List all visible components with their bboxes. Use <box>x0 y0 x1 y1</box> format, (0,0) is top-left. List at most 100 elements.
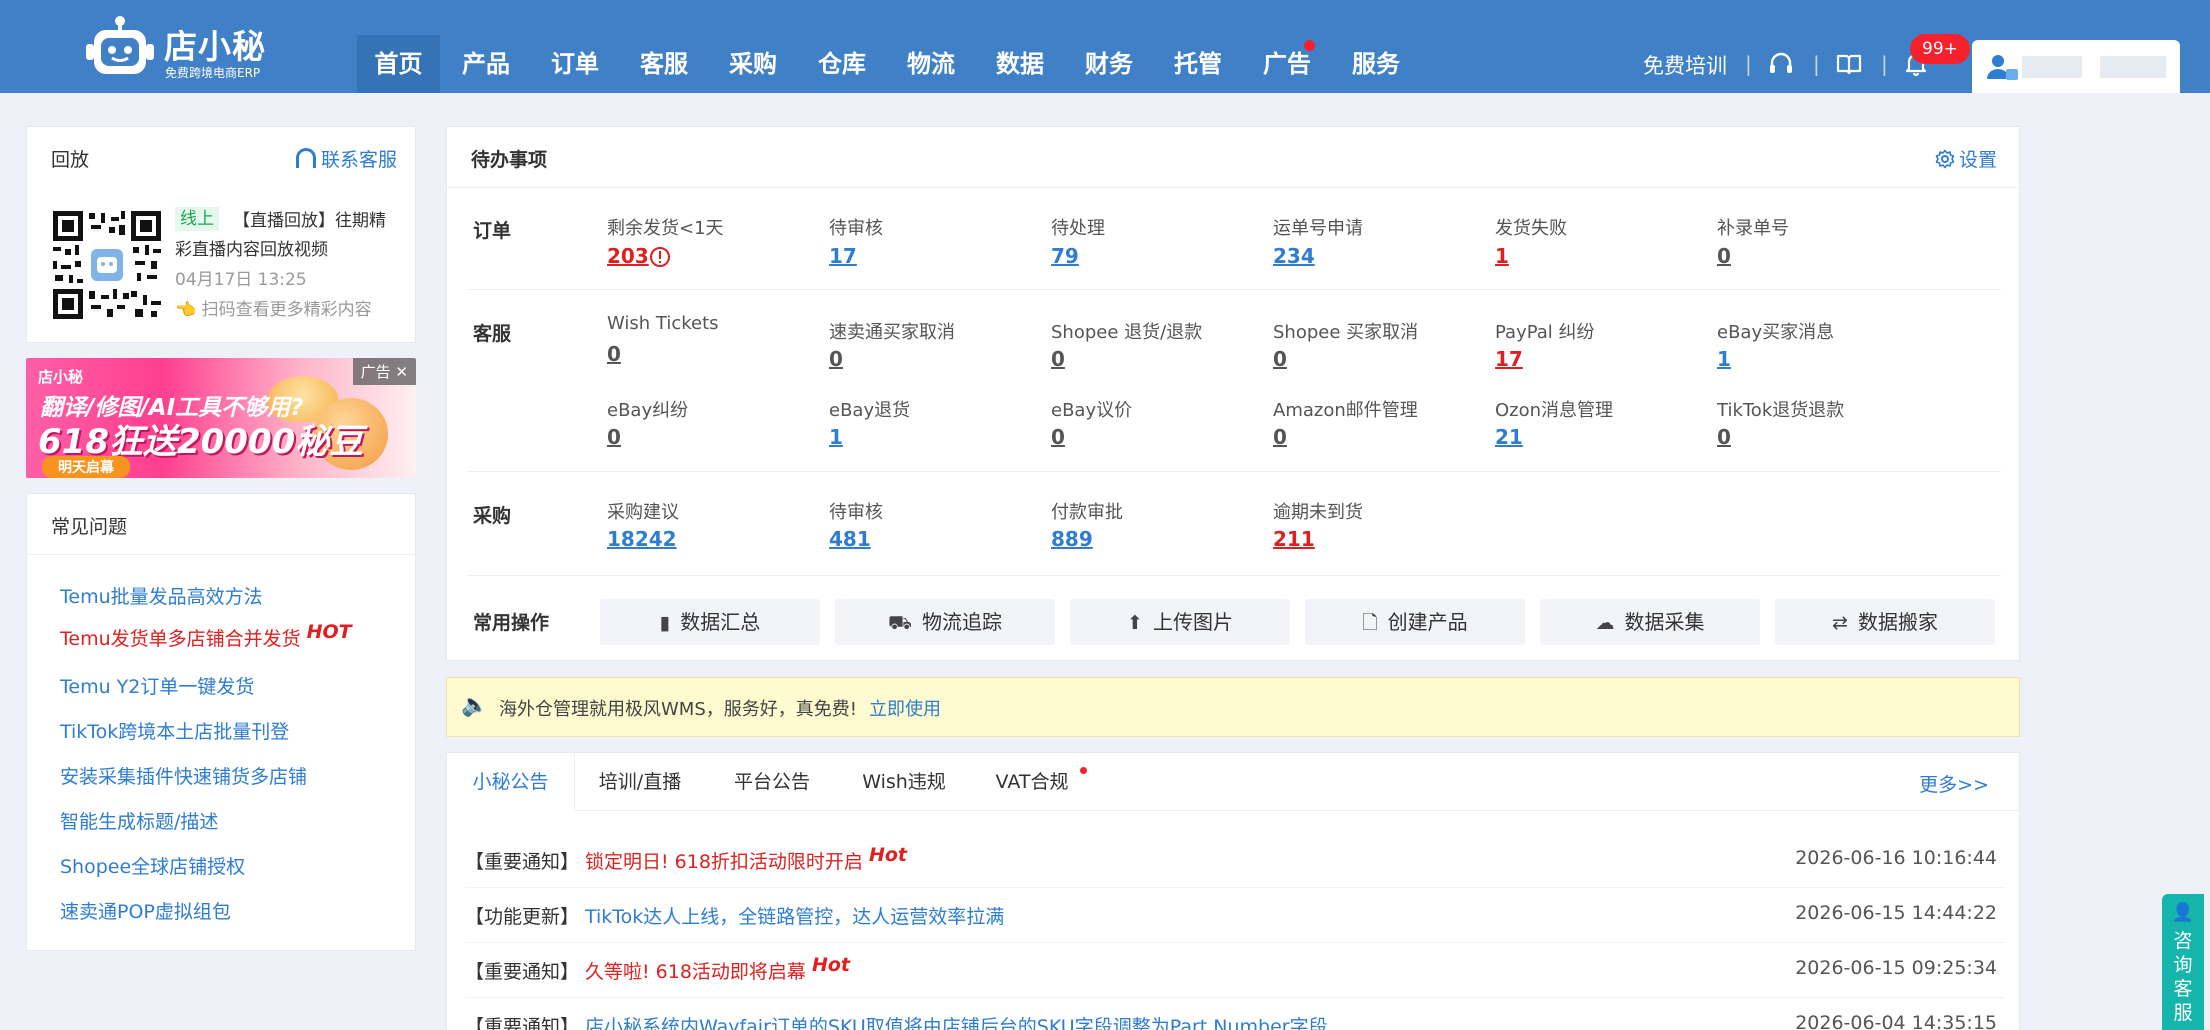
book-icon[interactable] <box>1836 53 1862 75</box>
faq-item[interactable]: Temu发货单多店铺合并发货 HOT <box>60 621 352 651</box>
faq-item[interactable]: Temu Y2订单一键发货 <box>60 672 254 699</box>
nav-logistics[interactable]: 物流 <box>891 35 971 93</box>
todo-cell-value[interactable]: 0 <box>1051 425 1065 449</box>
notice-link[interactable]: 立即使用 <box>869 699 941 720</box>
ad-close-button[interactable]: 广告 ✕ <box>352 358 416 385</box>
todo-cell-label: 待审核 <box>829 502 883 523</box>
announcement-row[interactable]: 【功能更新】 TikTok达人上线，全链路管控，达人运营效率拉满 2026-06… <box>465 888 2005 943</box>
alert-icon <box>650 247 670 267</box>
announcement-row[interactable]: 【重要通知】 锁定明日! 618折扣活动限时开启 Hot 2026-06-16 1… <box>465 833 2005 888</box>
username-placeholder <box>2022 56 2082 78</box>
announcement-title[interactable]: 店小秘系统内Wayfair订单的SKU取值将由店铺后台的SKU字段调整为Part… <box>585 1012 1328 1030</box>
floating-cs-button[interactable]: 👤 咨询客服 <box>2162 894 2204 1030</box>
settings-link[interactable]: 设置 <box>1935 145 1997 172</box>
faq-item[interactable]: Shopee全球店铺授权 <box>60 852 245 879</box>
todo-cell-value[interactable]: 0 <box>1051 347 1065 371</box>
todo-cell-value[interactable]: 203 <box>607 244 649 268</box>
tab-training-live[interactable]: 培训/直播 <box>585 753 695 811</box>
todo-cell-value[interactable]: 18242 <box>607 527 677 551</box>
nav-ads[interactable]: 广告 <box>1247 35 1327 93</box>
truck-icon: ⛟ <box>888 612 912 634</box>
tab-wish-violation[interactable]: Wish违规 <box>849 753 959 811</box>
nav-products[interactable]: 产品 <box>446 35 526 93</box>
todo-cell-value[interactable]: 0 <box>1717 244 1731 268</box>
todo-cell-value[interactable]: 481 <box>829 527 871 551</box>
op-label: 物流追踪 <box>921 610 1002 634</box>
todo-cell-value[interactable]: 1 <box>829 425 843 449</box>
common-ops-label: 常用操作 <box>473 612 550 634</box>
nav-data[interactable]: 数据 <box>980 35 1060 93</box>
nav-services[interactable]: 服务 <box>1336 35 1416 93</box>
announcement-row[interactable]: 【重要通知】 店小秘系统内Wayfair订单的SKU取值将由店铺后台的SKU字段… <box>465 998 2005 1030</box>
tab-vat-compliance[interactable]: VAT合规 <box>977 753 1087 811</box>
faq-item[interactable]: 智能生成标题/描述 <box>60 807 218 834</box>
todo-cell-value[interactable]: 79 <box>1051 244 1079 268</box>
todo-cell-value[interactable]: 0 <box>607 425 621 449</box>
data-migration-button[interactable]: ⇄ 数据搬家 <box>1775 599 1995 645</box>
todo-header-divider <box>447 187 2019 188</box>
nav-home[interactable]: 首页 <box>357 35 440 93</box>
faq-item[interactable]: TikTok跨境本土店批量刊登 <box>60 717 289 744</box>
todo-cell-value[interactable]: 889 <box>1051 527 1093 551</box>
nav-customer-service[interactable]: 客服 <box>624 35 704 93</box>
todo-cell-label: Amazon邮件管理 <box>1273 400 1418 421</box>
banner-cta-button[interactable]: 明天启幕 <box>42 456 130 478</box>
logistics-tracking-button[interactable]: ⛟ 物流追踪 <box>835 599 1055 645</box>
todo-cell-value[interactable]: 0 <box>1273 347 1287 371</box>
faq-item-text: TikTok跨境本土店批量刊登 <box>60 721 290 743</box>
todo-cell-value[interactable]: 0 <box>1717 425 1731 449</box>
announcement-title[interactable]: 久等啦! 618活动即将启幕 Hot <box>585 954 850 984</box>
todo-cell-value[interactable]: 211 <box>1273 527 1315 551</box>
free-training-link[interactable]: 免费培训 <box>1643 50 1727 80</box>
todo-cell-value[interactable]: 1 <box>1495 244 1509 268</box>
logo-subtitle: 免费跨境电商ERP <box>165 66 261 80</box>
create-product-button[interactable]: 🗋 创建产品 <box>1305 599 1525 645</box>
shop-placeholder <box>2100 56 2166 78</box>
more-link[interactable]: 更多>> <box>1919 770 1989 797</box>
user-menu[interactable] <box>1972 40 2180 93</box>
announcement-title[interactable]: 锁定明日! 618折扣活动限时开启 Hot <box>585 844 907 874</box>
contact-cs-link[interactable]: 联系客服 <box>295 145 397 172</box>
promo-banner[interactable]: 店小秘 翻译/修图/AI工具不够用? 618狂送20000秘豆 明天启幕 广告 … <box>26 358 416 478</box>
headset-icon[interactable] <box>1768 52 1794 76</box>
announcement-title[interactable]: TikTok达人上线，全链路管控，达人运营效率拉满 <box>585 902 1004 929</box>
replay-hint: 👈 扫码查看更多精彩内容 <box>175 300 372 320</box>
todo-cell-value[interactable]: 17 <box>1495 347 1523 371</box>
headset-icon <box>295 148 316 168</box>
app-logo[interactable]: 店小秘 免费跨境电商ERP <box>84 14 284 84</box>
tab-platform-notice[interactable]: 平台公告 <box>717 753 827 811</box>
faq-item[interactable]: Temu批量发品高效方法 <box>60 582 263 609</box>
announcement-category: 【重要通知】 <box>465 851 580 873</box>
floating-cs-label: 咨询客服 <box>2173 930 2193 1024</box>
faq-title: 常见问题 <box>51 516 128 538</box>
todo-cell-label: 运单号申请 <box>1273 218 1363 239</box>
todo-cell-value[interactable]: 17 <box>829 244 857 268</box>
data-collection-button[interactable]: ☁ 数据采集 <box>1540 599 1760 645</box>
announcement-date: 2026-06-15 14:44:22 <box>1795 902 1997 924</box>
swap-icon: ⇄ <box>1832 612 1848 634</box>
faq-item[interactable]: 速卖通POP虚拟组包 <box>60 897 231 924</box>
upload-icon: ⬆ <box>1127 612 1143 634</box>
todo-cell-value[interactable]: 234 <box>1273 244 1315 268</box>
todo-cell-value[interactable]: 1 <box>1717 347 1731 371</box>
announcement-row[interactable]: 【重要通知】 久等啦! 618活动即将启幕 Hot 2026-06-15 09:2… <box>465 943 2005 998</box>
upload-image-button[interactable]: ⬆ 上传图片 <box>1070 599 1290 645</box>
todo-cell-value[interactable]: 0 <box>607 342 621 366</box>
todo-cell-value[interactable]: 21 <box>1495 425 1523 449</box>
nav-purchase[interactable]: 采购 <box>713 35 793 93</box>
announcement-date: 2026-06-16 10:16:44 <box>1795 847 1997 869</box>
nav-finance[interactable]: 财务 <box>1069 35 1149 93</box>
data-summary-button[interactable]: ▮ 数据汇总 <box>600 599 820 645</box>
faq-item[interactable]: 安装采集插件快速铺货多店铺 <box>60 762 307 789</box>
todo-cell-value[interactable]: 0 <box>1273 425 1287 449</box>
nav-warehouse[interactable]: 仓库 <box>802 35 882 93</box>
tab-xiaomi-notice[interactable]: 小秘公告 <box>447 753 575 811</box>
add-file-icon: 🗋 <box>1362 612 1378 634</box>
announcement-title-text: 久等啦! 618活动即将启幕 <box>585 961 806 983</box>
todo-cell-value[interactable]: 0 <box>829 347 843 371</box>
announcement-date: 2026-06-15 09:25:34 <box>1795 957 1997 979</box>
nav-hosting[interactable]: 托管 <box>1158 35 1238 93</box>
todo-cell-label: eBay退货 <box>829 400 911 421</box>
todo-cell-label: eBay买家消息 <box>1717 322 1835 343</box>
nav-orders[interactable]: 订单 <box>535 35 615 93</box>
